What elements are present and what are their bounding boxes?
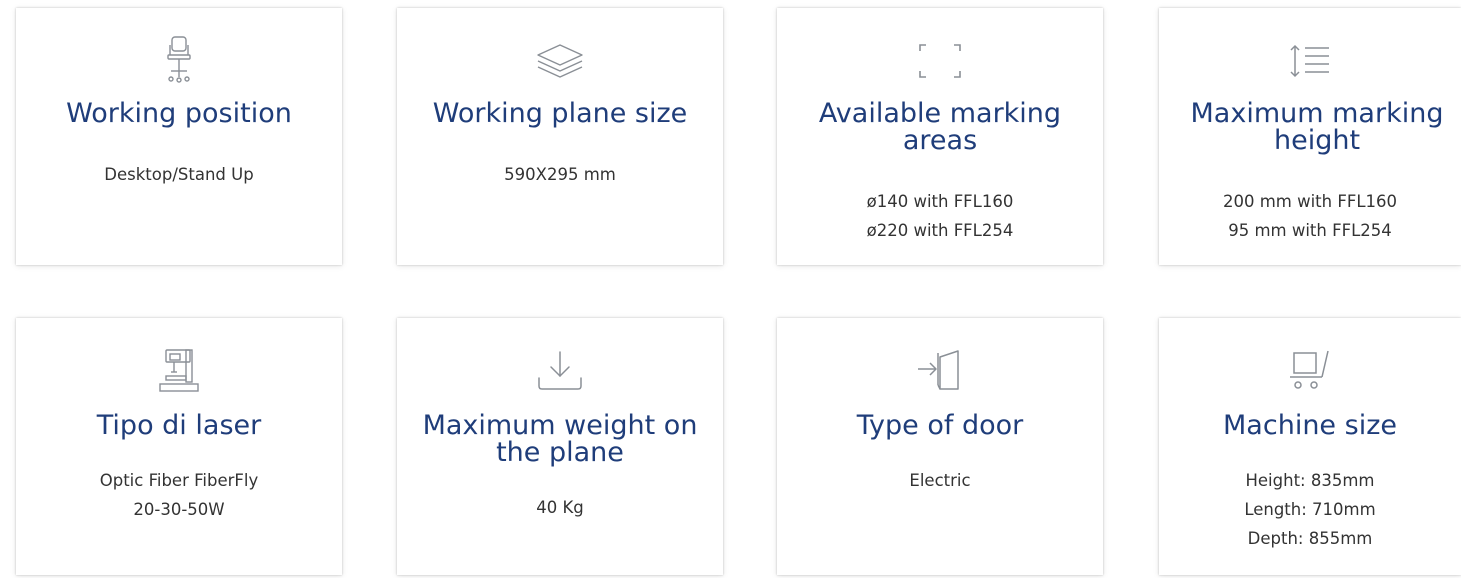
spec-values: ø140 with FFL160 ø220 with FFL254 — [785, 187, 1095, 245]
spec-title: Tipo di laser — [96, 410, 262, 441]
spec-title: Maximum marking height — [1190, 98, 1444, 156]
spec-values: 40 Kg — [405, 493, 715, 522]
spec-card-maximum-weight: Maximum weight on the plane 40 Kg — [397, 318, 723, 575]
spec-values: Electric — [785, 466, 1095, 495]
spec-title: Machine size — [1223, 410, 1397, 441]
spec-value: Depth: 855mm — [1247, 529, 1373, 548]
spec-values: Desktop/Stand Up — [24, 160, 334, 189]
spec-values: Height: 835mm Length: 710mm Depth: 855mm — [1167, 466, 1453, 553]
spec-value: Height: 835mm — [1245, 471, 1375, 490]
chair-icon — [16, 33, 342, 89]
spec-title: Type of door — [856, 410, 1024, 441]
spec-title: Maximum weight on the plane — [422, 410, 698, 468]
spec-value: ø220 with FFL254 — [866, 221, 1014, 240]
specs-grid: Working position Desktop/Stand Up Workin… — [0, 0, 1461, 578]
spec-title: Working position — [66, 98, 292, 129]
spec-value: Desktop/Stand Up — [104, 165, 254, 184]
laser-machine-icon — [16, 343, 342, 399]
spec-value: Length: 710mm — [1244, 500, 1376, 519]
spec-title: Available marking areas — [818, 98, 1062, 156]
spec-value: ø140 with FFL160 — [866, 192, 1014, 211]
spec-card-tipo-di-laser: Tipo di laser Optic Fiber FiberFly 20-30… — [16, 318, 342, 575]
marking-area-corners-icon — [777, 33, 1103, 89]
weight-download-icon — [397, 343, 723, 399]
spec-values: 590X295 mm — [405, 160, 715, 189]
spec-card-machine-size: Machine size Height: 835mm Length: 710mm… — [1159, 318, 1461, 575]
spec-value: 590X295 mm — [504, 165, 616, 184]
layers-icon — [397, 33, 723, 89]
line-height-icon — [1159, 33, 1461, 89]
spec-value: 20-30-50W — [133, 500, 225, 519]
spec-values: 200 mm with FFL160 95 mm with FFL254 — [1167, 187, 1453, 245]
door-enter-icon — [777, 343, 1103, 399]
spec-value: 95 mm with FFL254 — [1228, 221, 1392, 240]
spec-card-available-marking-areas: Available marking areas ø140 with FFL160… — [777, 8, 1103, 265]
spec-value: Electric — [909, 471, 971, 490]
spec-title: Working plane size — [432, 98, 688, 129]
spec-card-type-of-door: Type of door Electric — [777, 318, 1103, 575]
spec-value: Optic Fiber FiberFly — [99, 471, 259, 490]
spec-card-maximum-marking-height: Maximum marking height 200 mm with FFL16… — [1159, 8, 1461, 265]
spec-card-working-plane-size: Working plane size 590X295 mm — [397, 8, 723, 265]
spec-value: 200 mm with FFL160 — [1222, 192, 1398, 211]
spec-value: 40 Kg — [536, 498, 584, 517]
spec-values: Optic Fiber FiberFly 20-30-50W — [24, 466, 334, 524]
spec-card-working-position: Working position Desktop/Stand Up — [16, 8, 342, 265]
cart-icon — [1159, 343, 1461, 399]
